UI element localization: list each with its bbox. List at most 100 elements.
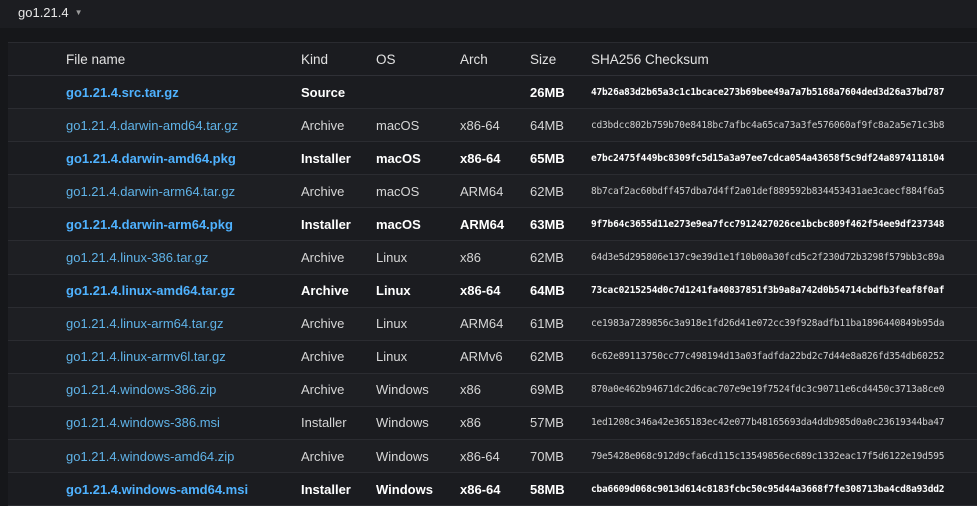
column-header-file-name: File name: [8, 43, 301, 76]
arch-cell: x86-64: [460, 439, 530, 474]
size-cell: 64MB: [530, 108, 591, 143]
file-download-link[interactable]: go1.21.4.linux-arm64.tar.gz: [66, 316, 224, 331]
file-name-cell: go1.21.4.linux-386.tar.gz: [8, 240, 301, 275]
table-row: go1.21.4.src.tar.gz Source 26MB 47b26a83d2b…: [8, 75, 977, 110]
file-name-cell: go1.21.4.windows-amd64.zip: [8, 439, 301, 474]
downloads-table: File name Kind OS Arch Size SHA256 Check…: [8, 43, 977, 506]
table-row: go1.21.4.darwin-arm64.tar.gz Archive macOS…: [8, 174, 977, 209]
os-cell: Windows: [376, 439, 460, 474]
arch-cell: x86-64: [460, 141, 530, 176]
file-download-link[interactable]: go1.21.4.windows-amd64.msi: [66, 482, 248, 497]
os-cell: Linux: [376, 340, 460, 374]
table-row: go1.21.4.darwin-arm64.pkg Installer macOS A…: [8, 207, 977, 242]
arch-cell: x86-64: [460, 472, 530, 506]
table-row: go1.21.4.linux-amd64.tar.gz Archive Linux x…: [8, 274, 977, 308]
kind-cell: Installer: [301, 472, 376, 506]
size-cell: 63MB: [530, 207, 591, 242]
size-cell: 62MB: [530, 240, 591, 275]
table-row: go1.21.4.linux-386.tar.gz Archive Linux x86…: [8, 240, 977, 275]
file-download-link[interactable]: go1.21.4.windows-386.msi: [66, 415, 220, 430]
arch-cell: ARM64: [460, 207, 530, 242]
column-header-kind: Kind: [301, 43, 376, 76]
kind-cell: Archive: [301, 274, 376, 308]
column-header-checksum: SHA256 Checksum: [591, 43, 977, 76]
file-name-cell: go1.21.4.src.tar.gz: [8, 75, 301, 110]
arch-cell: x86-64: [460, 274, 530, 308]
size-cell: 64MB: [530, 274, 591, 308]
size-cell: 69MB: [530, 373, 591, 407]
file-name-cell: go1.21.4.windows-amd64.msi: [8, 472, 301, 506]
file-name-cell: go1.21.4.darwin-arm64.tar.gz: [8, 174, 301, 209]
table-row: go1.21.4.windows-amd64.zip Archive Windows…: [8, 439, 977, 474]
file-download-link[interactable]: go1.21.4.src.tar.gz: [66, 85, 179, 100]
file-download-link[interactable]: go1.21.4.linux-amd64.tar.gz: [66, 283, 235, 298]
size-cell: 57MB: [530, 406, 591, 441]
size-cell: 58MB: [530, 472, 591, 506]
os-cell: Windows: [376, 472, 460, 506]
file-name-cell: go1.21.4.windows-386.msi: [8, 406, 301, 441]
version-title: go1.21.4: [18, 5, 69, 20]
downloads-table-container: File name Kind OS Arch Size SHA256 Check…: [8, 42, 977, 506]
checksum-cell: 64d3e5d295806e137c9e39d1e1f10b00a30fcd5c…: [591, 240, 977, 275]
os-cell: Linux: [376, 307, 460, 341]
checksum-cell: 870a0e462b94671dc2d6cac707e9e19f7524fdc3…: [591, 373, 977, 407]
os-cell: [376, 75, 460, 110]
file-name-cell: go1.21.4.linux-arm64.tar.gz: [8, 307, 301, 341]
size-cell: 65MB: [530, 141, 591, 176]
kind-cell: Archive: [301, 340, 376, 374]
version-toggle[interactable]: go1.21.4 ▼: [18, 5, 83, 20]
checksum-cell: 9f7b64c3655d11e273e9ea7fcc7912427026ce1b…: [591, 207, 977, 242]
checksum-cell: 73cac0215254d0c7d1241fa40837851f3b9a8a74…: [591, 274, 977, 308]
file-name-cell: go1.21.4.linux-armv6l.tar.gz: [8, 340, 301, 374]
file-name-cell: go1.21.4.darwin-amd64.pkg: [8, 141, 301, 176]
checksum-cell: ce1983a7289856c3a918e1fd26d41e072cc39f92…: [591, 307, 977, 341]
table-row: go1.21.4.darwin-amd64.tar.gz Archive macOS…: [8, 108, 977, 143]
checksum-cell: 6c62e89113750cc77c498194d13a03fadfda22bd…: [591, 340, 977, 374]
table-row: go1.21.4.linux-arm64.tar.gz Archive Linux A…: [8, 307, 977, 341]
checksum-cell: 8b7caf2ac60bdff457dba7d4ff2a01def889592b…: [591, 174, 977, 209]
checksum-cell: cd3bdcc802b759b70e8418bc7afbc4a65ca73a3f…: [591, 108, 977, 143]
file-name-cell: go1.21.4.windows-386.zip: [8, 373, 301, 407]
file-download-link[interactable]: go1.21.4.windows-386.zip: [66, 382, 216, 397]
column-header-os: OS: [376, 43, 460, 76]
kind-cell: Installer: [301, 141, 376, 176]
file-download-link[interactable]: go1.21.4.linux-386.tar.gz: [66, 250, 208, 265]
table-row: go1.21.4.windows-amd64.msi Installer Windo…: [8, 472, 977, 506]
arch-cell: x86: [460, 406, 530, 441]
os-cell: macOS: [376, 207, 460, 242]
file-download-link[interactable]: go1.21.4.darwin-amd64.pkg: [66, 151, 236, 166]
arch-cell: x86-64: [460, 108, 530, 143]
file-name-cell: go1.21.4.darwin-arm64.pkg: [8, 207, 301, 242]
arch-cell: ARM64: [460, 307, 530, 341]
arch-cell: ARMv6: [460, 340, 530, 374]
file-download-link[interactable]: go1.21.4.linux-armv6l.tar.gz: [66, 349, 226, 364]
kind-cell: Archive: [301, 307, 376, 341]
table-row: go1.21.4.windows-386.zip Archive Windows x8…: [8, 373, 977, 407]
os-cell: Windows: [376, 406, 460, 441]
table-row: go1.21.4.darwin-amd64.pkg Installer macOS x…: [8, 141, 977, 176]
checksum-cell: 79e5428e068c912d9cfa6cd115c13549856ec689…: [591, 439, 977, 474]
os-cell: Linux: [376, 274, 460, 308]
arch-cell: [460, 75, 530, 110]
kind-cell: Archive: [301, 439, 376, 474]
size-cell: 62MB: [530, 340, 591, 374]
arch-cell: x86: [460, 240, 530, 275]
file-download-link[interactable]: go1.21.4.darwin-arm64.pkg: [66, 217, 233, 232]
file-download-link[interactable]: go1.21.4.darwin-amd64.tar.gz: [66, 118, 238, 133]
checksum-cell: 1ed1208c346a42e365183ec42e077b48165693da…: [591, 406, 977, 441]
table-row: go1.21.4.linux-armv6l.tar.gz Archive Linux…: [8, 340, 977, 374]
os-cell: Linux: [376, 240, 460, 275]
column-header-size: Size: [530, 43, 591, 76]
checksum-cell: 47b26a83d2b65a3c1c1bcace273b69bee49a7a7b…: [591, 75, 977, 110]
kind-cell: Installer: [301, 207, 376, 242]
table-header: File name Kind OS Arch Size SHA256 Check…: [8, 43, 977, 76]
arch-cell: x86: [460, 373, 530, 407]
version-header[interactable]: go1.21.4 ▼: [0, 0, 977, 28]
os-cell: macOS: [376, 108, 460, 143]
arch-cell: ARM64: [460, 174, 530, 209]
size-cell: 26MB: [530, 75, 591, 110]
checksum-cell: cba6609d068c9013d614c8183fcbc50c95d44a36…: [591, 472, 977, 506]
kind-cell: Archive: [301, 240, 376, 275]
file-download-link[interactable]: go1.21.4.windows-amd64.zip: [66, 449, 234, 464]
file-download-link[interactable]: go1.21.4.darwin-arm64.tar.gz: [66, 184, 235, 199]
